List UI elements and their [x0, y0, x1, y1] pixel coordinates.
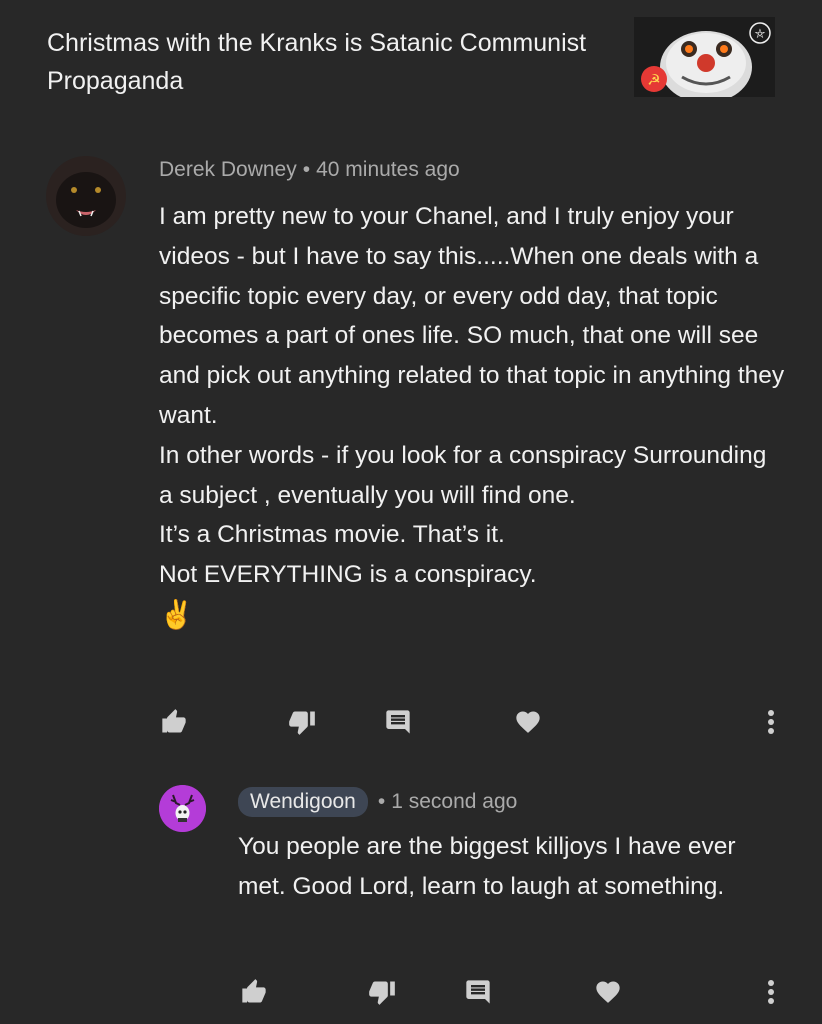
video-thumbnail[interactable]: ☭ ⛤	[634, 17, 775, 97]
panther-avatar-image	[46, 156, 126, 236]
comment-actions	[156, 704, 796, 744]
comment-time[interactable]: 1 second ago	[391, 790, 517, 813]
comment-body: I am pretty new to your Chanel, and I tr…	[159, 197, 785, 635]
comment-meta: Derek Downey • 40 minutes ago	[159, 158, 460, 182]
like-button[interactable]	[156, 704, 192, 740]
heart-icon	[516, 711, 540, 733]
more-options-button[interactable]	[753, 704, 789, 740]
creator-author-chip[interactable]: Wendigoon	[238, 787, 368, 817]
separator-dot: •	[377, 790, 386, 813]
comment-paragraph: It’s a Christmas movie. That’s it.	[159, 521, 505, 549]
comment-body: You people are the biggest killjoys I ha…	[238, 827, 758, 907]
thumbs-down-icon	[369, 981, 395, 1005]
more-options-button[interactable]	[753, 974, 789, 1010]
avatar[interactable]	[159, 785, 206, 832]
dislike-button[interactable]	[284, 704, 320, 740]
comment-paragraph: You people are the biggest killjoys I ha…	[238, 833, 736, 900]
avatar[interactable]	[46, 156, 126, 236]
comment-paragraph: In other words - if you look for a consp…	[159, 441, 767, 509]
heart-icon	[596, 981, 620, 1003]
comment-derek-downey: Derek Downey • 40 minutes ago I am pretty …	[0, 140, 822, 760]
thumbs-up-icon	[162, 709, 186, 733]
like-button[interactable]	[236, 974, 272, 1010]
victory-hand-emoji: ✌️	[159, 598, 194, 630]
reply-button[interactable]	[380, 704, 416, 740]
reply-button[interactable]	[460, 974, 496, 1010]
comment-paragraph: I am pretty new to your Chanel, and I tr…	[159, 203, 785, 429]
comment-actions	[236, 974, 796, 1014]
comment-meta: Wendigoon • 1 second ago	[238, 787, 517, 817]
reply-icon	[466, 980, 490, 1004]
snowman-thumbnail-image: ☭ ⛤	[634, 17, 775, 97]
thumbs-down-icon	[289, 711, 315, 735]
heart-button[interactable]	[590, 974, 626, 1010]
video-header[interactable]: Christmas with the Kranks is Satanic Com…	[0, 0, 822, 120]
heart-button[interactable]	[510, 704, 546, 740]
more-vertical-icon	[768, 980, 774, 1004]
svg-text:⛤: ⛤	[755, 27, 766, 42]
separator-dot: •	[302, 158, 311, 181]
video-title[interactable]: Christmas with the Kranks is Satanic Com…	[47, 24, 607, 100]
reply-icon	[386, 710, 410, 734]
dislike-button[interactable]	[364, 974, 400, 1010]
comment-time[interactable]: 40 minutes ago	[316, 158, 460, 181]
more-vertical-icon	[768, 710, 774, 734]
reply-comment-wendigoon: Wendigoon • 1 second ago You people are th…	[0, 780, 822, 1024]
comment-paragraph: Not EVERYTHING is a conspiracy.	[159, 561, 537, 589]
comment-author[interactable]: Derek Downey	[159, 158, 297, 181]
thumbs-up-icon	[242, 979, 266, 1003]
deer-skull-avatar-image	[159, 785, 206, 832]
svg-text:☭: ☭	[647, 71, 660, 89]
